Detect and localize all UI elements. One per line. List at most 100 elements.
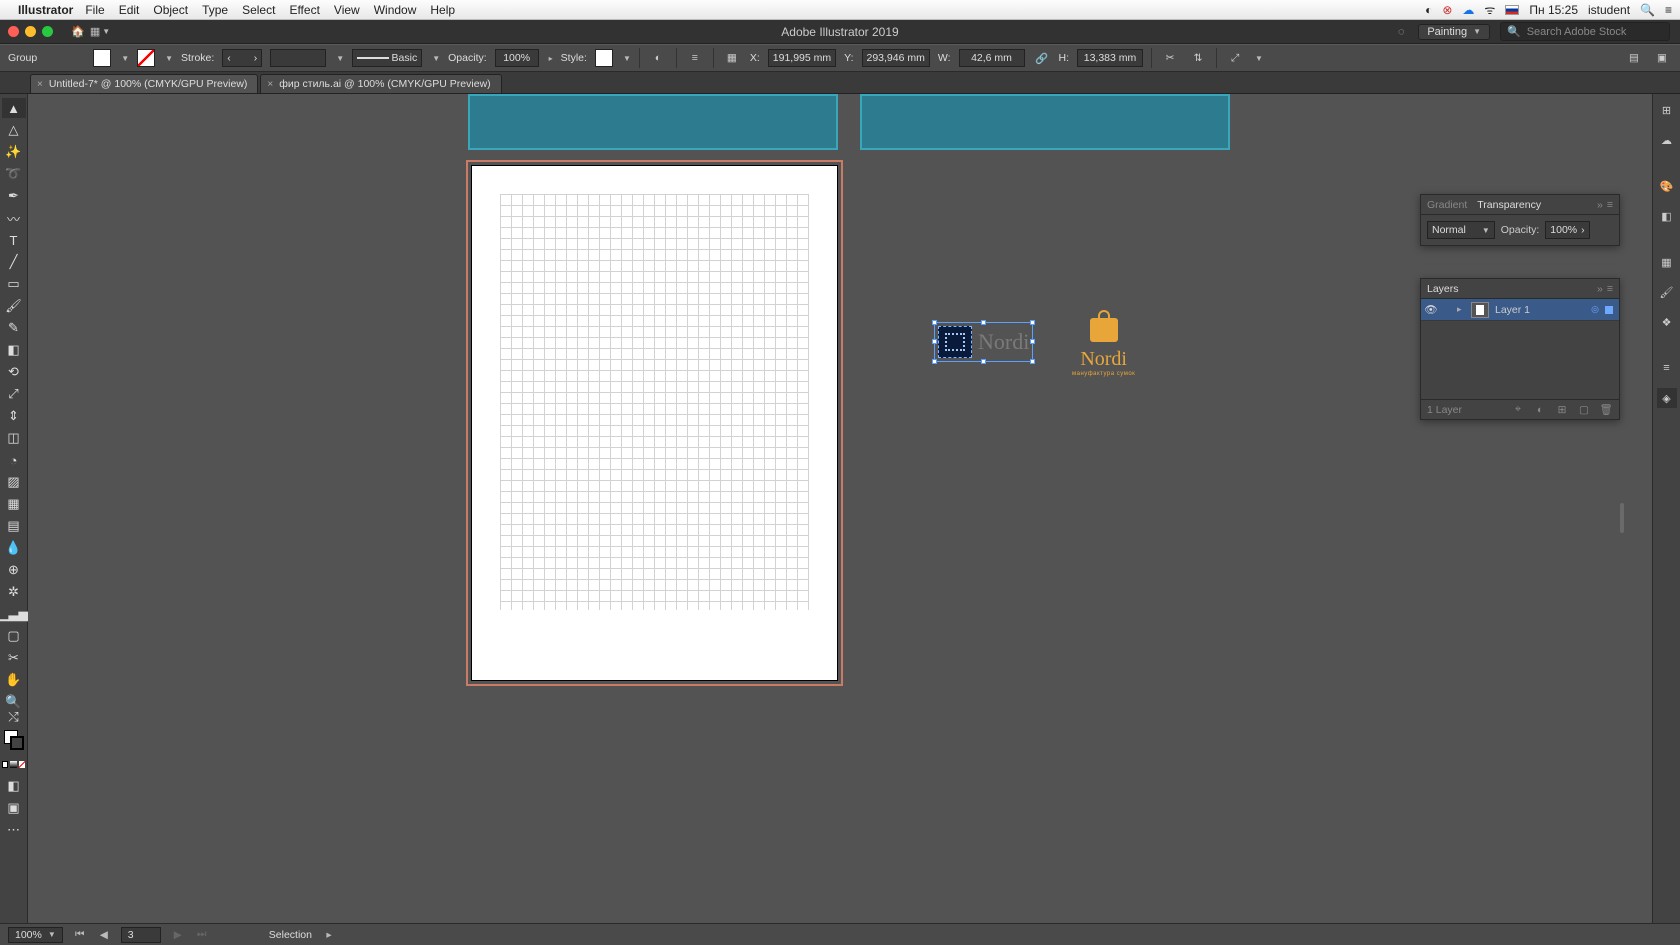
panel-collapse-icon[interactable]: » [1597,199,1603,211]
menu-view[interactable]: View [334,3,360,17]
home-icon[interactable]: 🏠 [71,25,85,39]
blend-tool-icon[interactable]: ⊕ [2,560,26,580]
w-input[interactable]: 42,6 mm [959,49,1025,67]
y-input[interactable]: 293,946 mm [862,49,930,67]
swatches-panel-icon[interactable]: ▦ [1657,252,1677,272]
stroke-weight-input[interactable]: ‹› [222,49,262,67]
layers-panel[interactable]: Layers »≡ 👁 ▸ Layer 1 ◎ 1 Layer ⌖ ◐ ⊞ ▢ … [1420,278,1620,420]
paintbrush-tool-icon[interactable]: 🖌 [2,296,26,316]
stroke-swatch[interactable] [137,49,155,67]
recolor-artwork-icon[interactable]: ◐ [648,48,668,68]
rotate-tool-icon[interactable]: ⟲ [2,362,26,382]
opacity-input[interactable]: 100% [495,49,539,67]
artboard-number-input[interactable]: 3 [121,927,161,943]
search-stock-input[interactable]: 🔍 Search Adobe Stock [1500,22,1670,41]
gradient-tool-icon[interactable]: ▤ [2,516,26,536]
brushes-panel-icon[interactable]: 🖌 [1657,282,1677,302]
opacity-dropdown[interactable]: ▸ [549,54,553,63]
style-swatch[interactable] [595,49,613,67]
menu-user[interactable]: istudent [1588,3,1630,17]
eraser-tool-icon[interactable]: ◧ [2,340,26,360]
type-tool-icon[interactable]: T [2,230,26,250]
status-icon[interactable]: ◐ [1425,3,1432,17]
window-zoom-button[interactable] [42,26,53,37]
first-artboard-icon[interactable]: ⏮ [73,928,87,941]
new-sublayer-icon[interactable]: ⊞ [1555,403,1569,417]
transparency-panel[interactable]: Gradient Transparency »≡ Normal▼ Opacity… [1420,194,1620,246]
selection-tool-icon[interactable]: ▲ [2,98,26,118]
stroke-panel-icon[interactable]: ≡ [1657,358,1677,378]
hand-tool-icon[interactable]: ✋ [2,670,26,690]
menu-help[interactable]: Help [430,3,455,17]
align-icon[interactable]: ≡ [685,48,705,68]
artboard[interactable] [472,166,837,680]
panel-menu-icon[interactable]: ≡ [1607,199,1613,211]
spotlight-icon[interactable]: 🔍 [1640,3,1655,17]
eyedropper-tool-icon[interactable]: 💧 [2,538,26,558]
visibility-toggle-icon[interactable]: 👁 [1421,303,1441,316]
width-tool-icon[interactable]: ⇕ [2,406,26,426]
grid-object[interactable] [500,194,809,610]
isolate-group-icon[interactable]: ✂ [1160,48,1180,68]
document-tab[interactable]: × фир стиль.ai @ 100% (CMYK/GPU Preview) [260,74,501,93]
fill-dropdown[interactable]: ▼ [121,54,129,63]
arrange-documents-icon[interactable]: ▦▼ [93,25,107,39]
notification-center-icon[interactable]: ≡ [1665,3,1672,17]
delete-layer-icon[interactable]: 🗑 [1599,403,1613,417]
artboard-object[interactable] [860,94,1230,150]
curvature-tool-icon[interactable]: 〰 [2,208,26,228]
close-tab-icon[interactable]: × [37,79,43,90]
wifi-icon[interactable]: ᯤ [1484,1,1495,18]
symbol-sprayer-tool-icon[interactable]: ✲ [2,582,26,602]
layer-name[interactable]: Layer 1 [1495,304,1591,316]
layers-dock-icon[interactable]: ◈ [1657,388,1677,408]
new-layer-icon[interactable]: ▢ [1577,403,1591,417]
lasso-tool-icon[interactable]: ➰ [2,164,26,184]
canvas[interactable]: Nordi Nordi мануфактура сумок [28,94,1652,923]
change-screen-mode-icon[interactable]: ▣ [1652,48,1672,68]
link-wh-icon[interactable]: 🔗 [1033,51,1051,65]
shaper-tool-icon[interactable]: ✎ [2,318,26,338]
window-close-button[interactable] [8,26,19,37]
panel-collapse-icon[interactable]: » [1597,283,1603,295]
mesh-tool-icon[interactable]: ▦ [2,494,26,514]
next-artboard-icon[interactable]: ▶ [171,929,185,941]
color-guide-panel-icon[interactable]: ◧ [1657,206,1677,226]
artboard-tool-icon[interactable]: ▢ [2,626,26,646]
line-tool-icon[interactable]: ╱ [2,252,26,272]
transform-ref-point-icon[interactable]: ▦ [722,48,742,68]
edit-contents-icon[interactable]: ⇅ [1188,48,1208,68]
menu-object[interactable]: Object [153,3,188,17]
make-clipping-mask-icon[interactable]: ◐ [1533,403,1547,417]
screen-mode-icon[interactable]: ▣ [2,798,26,818]
symbols-panel-icon[interactable]: ❖ [1657,312,1677,332]
rectangle-tool-icon[interactable]: ▭ [2,274,26,294]
panel-menu-icon[interactable]: ≡ [1607,283,1613,295]
workspace-switcher[interactable]: Painting▼ [1418,24,1490,40]
pen-tool-icon[interactable]: ✒ [2,186,26,206]
draw-mode-icon[interactable]: ◧ [2,776,26,796]
direct-selection-tool-icon[interactable]: △ [2,120,26,140]
menu-select[interactable]: Select [242,3,275,17]
toggle-fill-stroke-icon[interactable]: ⤭ [2,714,26,720]
status-menu-icon[interactable]: ▸ [322,929,336,941]
toggle-panels-icon[interactable]: ▤ [1624,48,1644,68]
fill-stroke-indicator[interactable] [2,728,26,752]
slice-tool-icon[interactable]: ✂ [2,648,26,668]
target-icon[interactable]: ◎ [1591,304,1599,315]
menu-effect[interactable]: Effect [289,3,319,17]
properties-panel-icon[interactable]: ⊞ [1657,100,1677,120]
fill-swatch[interactable] [93,49,111,67]
close-tab-icon[interactable]: × [267,79,273,90]
app-menu[interactable]: Illustrator [18,3,73,17]
window-minimize-button[interactable] [25,26,36,37]
scale-tool-icon[interactable]: ⤢ [2,384,26,404]
gradient-tab[interactable]: Gradient [1427,199,1467,211]
disclosure-icon[interactable]: ▸ [1457,304,1471,315]
blend-mode-select[interactable]: Normal▼ [1427,221,1495,239]
gpu-perf-icon[interactable]: ◌ [1394,25,1408,39]
zoom-level[interactable]: 100%▼ [8,927,63,943]
vertical-scrollbar[interactable] [1620,503,1624,533]
logo-group[interactable]: Nordi мануфактура сумок [1072,318,1135,377]
artboard-object[interactable] [468,94,838,150]
